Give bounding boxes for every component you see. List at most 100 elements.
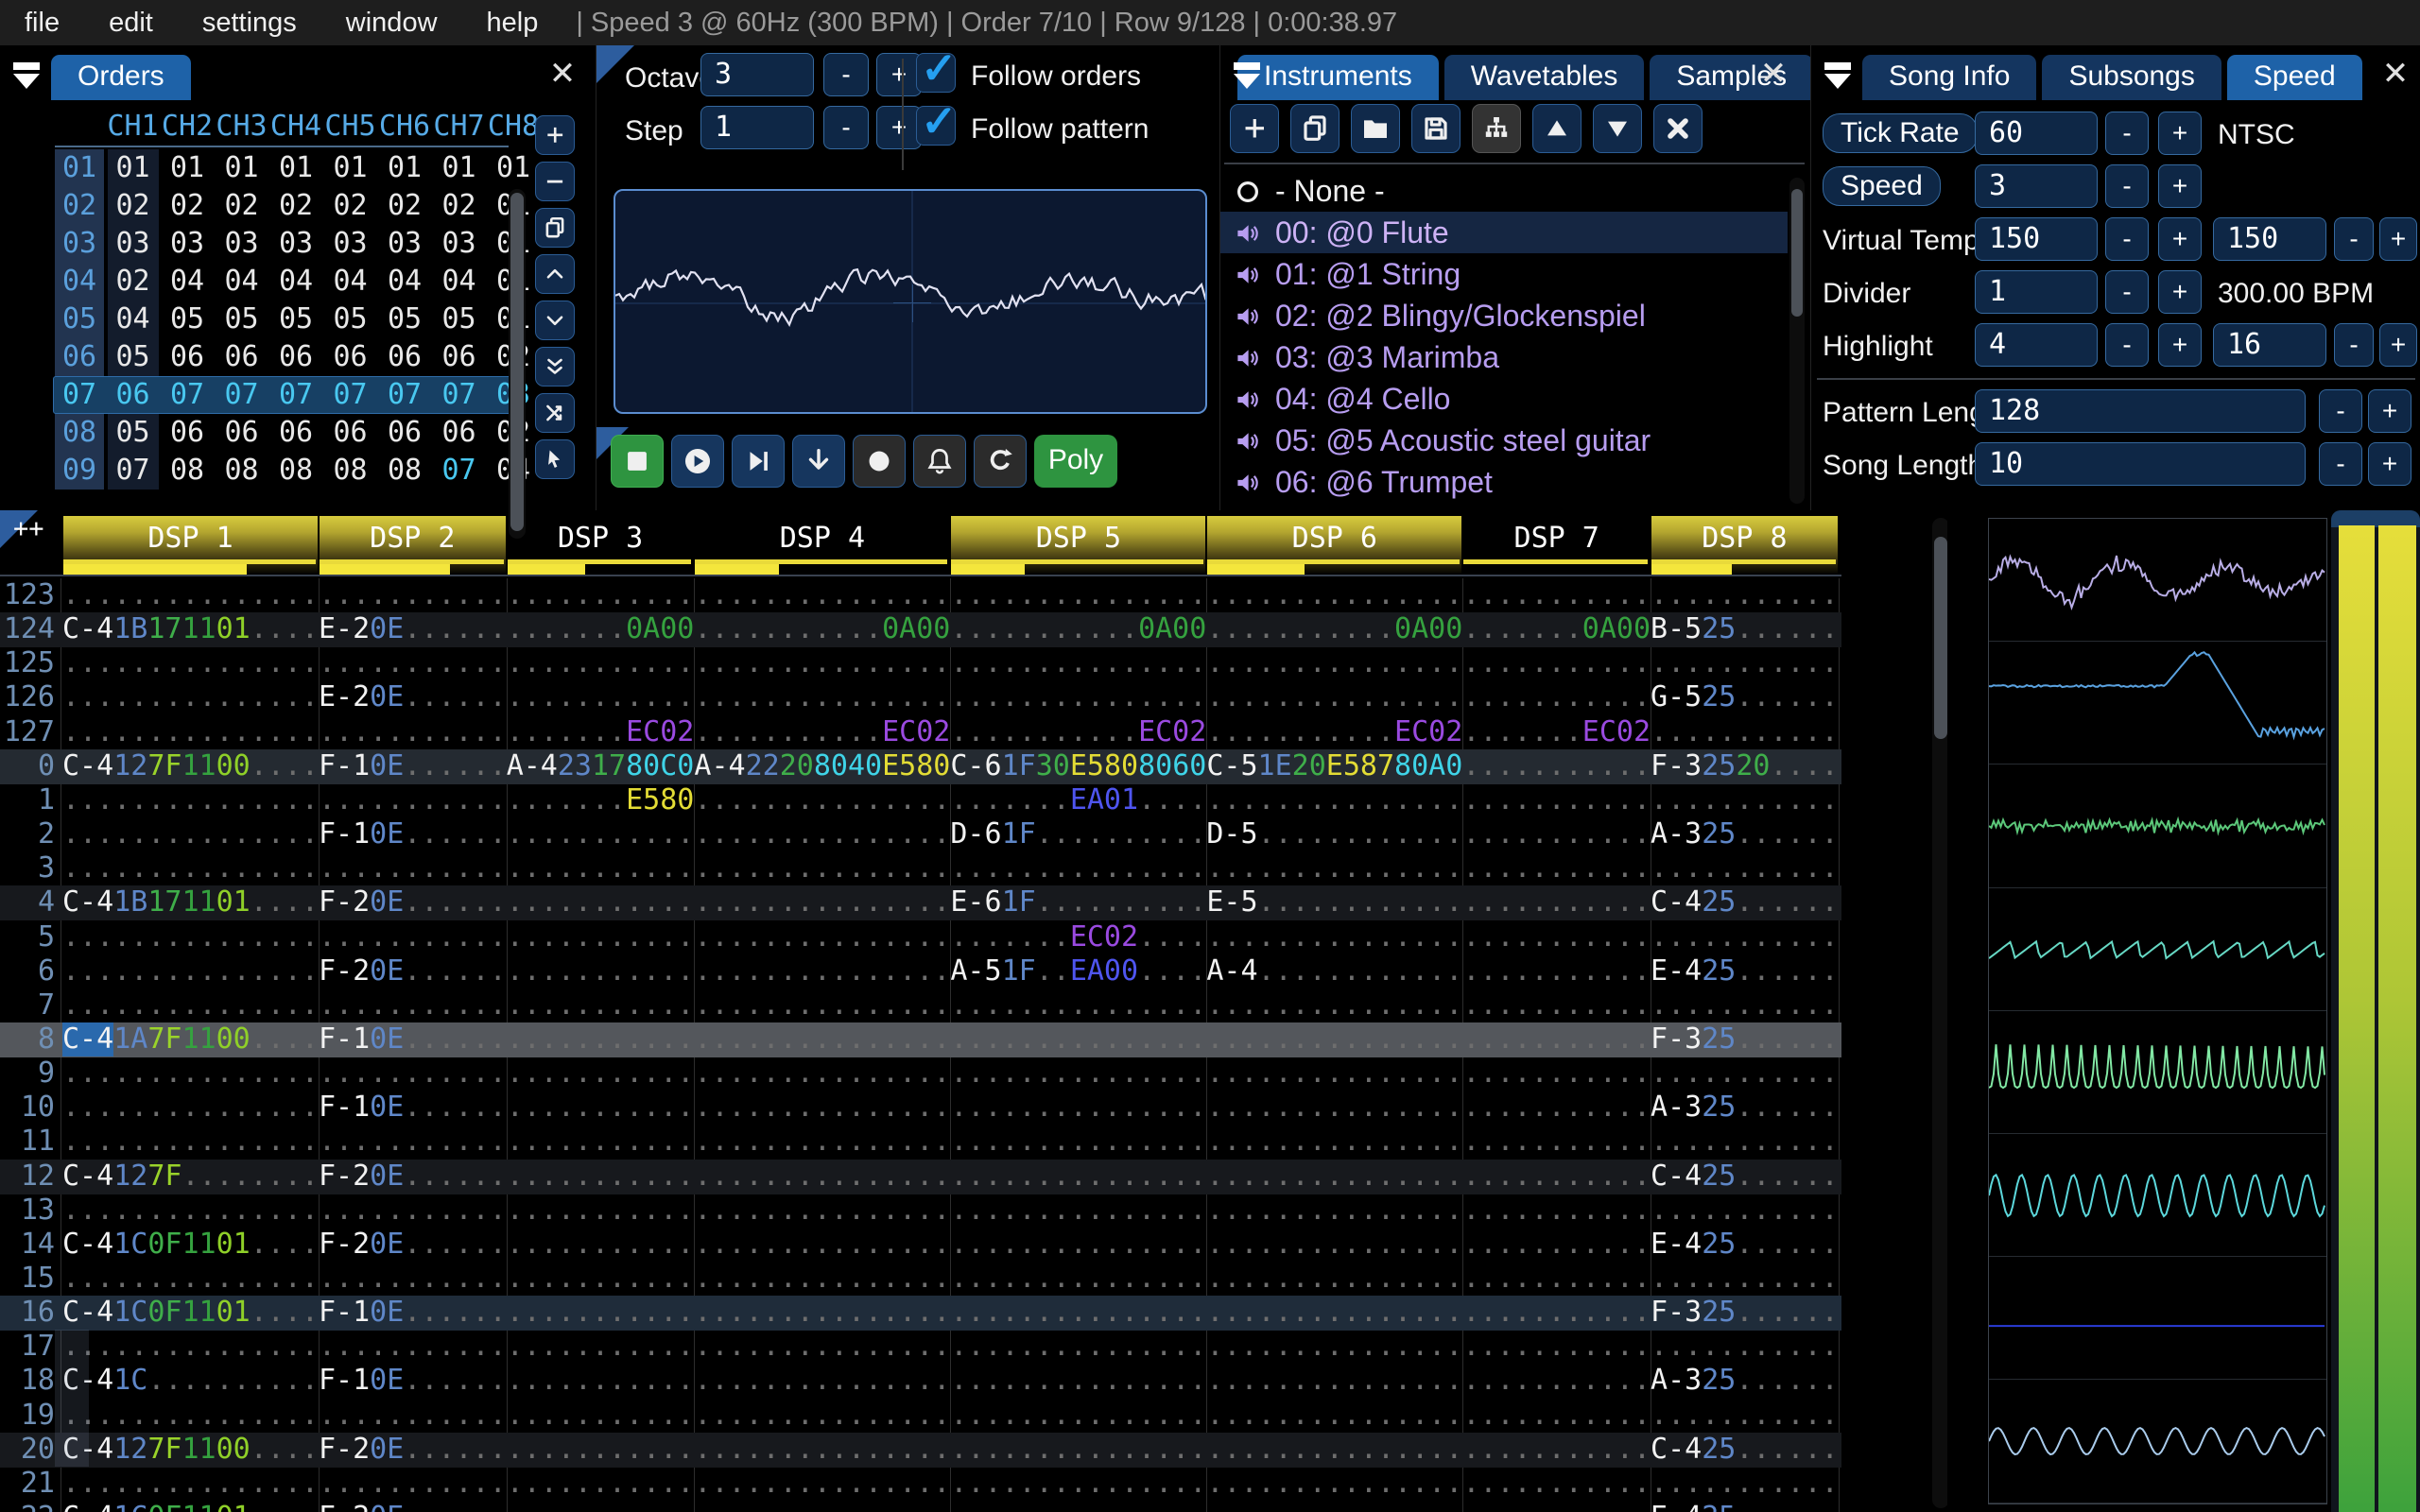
channel-header-dsp-4[interactable]: DSP 4 bbox=[695, 516, 949, 576]
pattern-cell[interactable]: ............... bbox=[694, 851, 950, 885]
virtual-tempo-input-2[interactable]: 150 bbox=[2213, 217, 2326, 261]
pattern-cell[interactable]: ............... bbox=[694, 1262, 950, 1296]
pattern-cell[interactable]: ........... bbox=[1462, 680, 1651, 714]
pattern-cell[interactable]: ........... bbox=[507, 920, 695, 954]
pattern-cell[interactable]: ........... bbox=[1462, 578, 1651, 612]
pattern-cell[interactable]: ............... bbox=[694, 885, 950, 919]
follow-orders-checkbox[interactable]: ✓ bbox=[916, 43, 958, 93]
pattern-cell[interactable]: ............... bbox=[950, 1022, 1206, 1057]
pattern-cell[interactable]: ........... bbox=[507, 1057, 695, 1091]
orders-cell[interactable]: 05 bbox=[269, 301, 323, 338]
orders-row-index[interactable]: 07 bbox=[55, 376, 104, 414]
orders-cell[interactable]: 06 bbox=[161, 338, 215, 376]
orders-cell[interactable]: 03 bbox=[269, 225, 323, 263]
orders-cell[interactable]: 06 bbox=[378, 414, 432, 452]
transport-play-button[interactable] bbox=[671, 435, 724, 488]
pattern-cell[interactable]: ........... bbox=[507, 1467, 695, 1501]
pattern-cell[interactable]: ............... bbox=[950, 1501, 1206, 1512]
pattern-cell[interactable]: ........... bbox=[1462, 1296, 1651, 1330]
pattern-cell[interactable]: ........... bbox=[1462, 988, 1651, 1022]
pattern-cell[interactable]: ............... bbox=[694, 1296, 950, 1330]
speed-input[interactable]: 3 bbox=[1975, 164, 2098, 208]
pattern-cell[interactable]: .......EC02 bbox=[507, 715, 695, 749]
orders-cell[interactable]: 07 bbox=[106, 452, 160, 490]
pattern-cell[interactable]: ........... bbox=[1462, 954, 1651, 988]
pattern-cell[interactable]: ........... bbox=[507, 851, 695, 885]
pattern-cell[interactable]: ............... bbox=[950, 1467, 1206, 1501]
orders-row-index[interactable]: 09 bbox=[55, 452, 104, 490]
pattern-cell[interactable]: E-425...... bbox=[1651, 1501, 1839, 1512]
pattern-cell[interactable]: F-10E...... bbox=[319, 1022, 507, 1057]
orders-cell[interactable]: 07 bbox=[215, 376, 268, 414]
pattern-cell[interactable]: A-4............ bbox=[1206, 954, 1462, 988]
pattern-row[interactable]: 10............... F-10E..................… bbox=[0, 1091, 1841, 1125]
pattern-cell[interactable]: ............... bbox=[62, 715, 319, 749]
pattern-cell[interactable]: C-425...... bbox=[1651, 1433, 1839, 1467]
orders-cell[interactable]: 06 bbox=[378, 338, 432, 376]
pattern-row[interactable]: 8 C-41A7F1100.... F-10E...................… bbox=[0, 1022, 1841, 1057]
pattern-row[interactable]: 17......................................… bbox=[0, 1330, 1841, 1365]
speed-label[interactable]: Speed bbox=[1823, 166, 1941, 206]
menu-settings[interactable]: settings bbox=[178, 0, 321, 45]
channel-header-dsp-7[interactable]: DSP 7 bbox=[1463, 516, 1650, 575]
orders-cell[interactable]: 01 bbox=[432, 149, 486, 187]
instruments-folder-button[interactable] bbox=[1351, 104, 1400, 153]
orders-clone-button[interactable] bbox=[535, 208, 575, 248]
song-length-plus-button[interactable]: + bbox=[2368, 442, 2411, 486]
orders-cell[interactable]: 08 bbox=[215, 452, 268, 490]
pattern-cell[interactable]: ............... bbox=[950, 1228, 1206, 1262]
pattern-cell[interactable]: ........... bbox=[1462, 1160, 1651, 1194]
pattern-cell[interactable]: ............... bbox=[1206, 1262, 1462, 1296]
orders-cell[interactable]: 06 bbox=[269, 338, 323, 376]
orders-cell[interactable]: 04 bbox=[161, 263, 215, 301]
pattern-cell[interactable]: ........... bbox=[1462, 1091, 1651, 1125]
orders-cell[interactable]: 06 bbox=[432, 338, 486, 376]
transport-stop-button[interactable] bbox=[611, 435, 664, 488]
orders-chevrons-down-button[interactable] bbox=[535, 347, 575, 387]
pattern-length-plus-button[interactable]: + bbox=[2368, 389, 2411, 433]
instrument-item[interactable]: 02: @2 Blingy/Glockenspiel bbox=[1220, 295, 1788, 336]
pattern-cell[interactable]: ........... bbox=[319, 920, 507, 954]
orders-row-index[interactable]: 01 bbox=[55, 149, 104, 187]
pattern-cell[interactable]: ........... bbox=[1462, 1330, 1651, 1364]
pattern-cell[interactable]: ............... bbox=[1206, 1433, 1462, 1467]
pattern-cell[interactable]: ............... bbox=[1206, 1330, 1462, 1364]
pattern-cell[interactable]: ........... bbox=[1462, 1057, 1651, 1091]
pattern-cell[interactable]: ............... bbox=[950, 1160, 1206, 1194]
pattern-row[interactable]: 16 C-41C0F1101.... F-10E..................… bbox=[0, 1296, 1841, 1332]
pattern-cell[interactable]: ........... bbox=[507, 1228, 695, 1262]
orders-cell[interactable]: 04 bbox=[269, 263, 323, 301]
orders-cell[interactable]: 02 bbox=[432, 187, 486, 225]
pattern-cell[interactable]: F-10E...... bbox=[319, 1296, 507, 1330]
pattern-cell[interactable]: ........... bbox=[319, 1194, 507, 1228]
tick-rate-minus-button[interactable]: - bbox=[2105, 112, 2149, 155]
pattern-cell[interactable]: ............... bbox=[1206, 1467, 1462, 1501]
pattern-cell[interactable]: ........... bbox=[507, 954, 695, 988]
highlight-minus-button[interactable]: - bbox=[2105, 323, 2149, 367]
pattern-cell[interactable]: ........... bbox=[1462, 783, 1651, 817]
orders-row-index[interactable]: 03 bbox=[55, 225, 104, 263]
pattern-scrollbar[interactable] bbox=[1932, 518, 1947, 1508]
pattern-cell[interactable]: ............... bbox=[950, 1364, 1206, 1398]
pattern-cell[interactable]: F-10E...... bbox=[319, 817, 507, 851]
orders-cell[interactable]: 01 bbox=[378, 149, 432, 187]
pattern-cell[interactable]: ............... bbox=[1206, 1022, 1462, 1057]
pattern-cell[interactable]: ........... bbox=[507, 1399, 695, 1433]
pattern-cell[interactable]: ............... bbox=[694, 1399, 950, 1433]
orders-cell[interactable]: 08 bbox=[161, 452, 215, 490]
virtual-tempo-plus-button-2[interactable]: + bbox=[2379, 217, 2417, 261]
instrument-item[interactable]: 01: @1 String bbox=[1220, 253, 1788, 295]
tick-rate-label[interactable]: Tick Rate bbox=[1823, 113, 1978, 153]
orders-pointer-button[interactable] bbox=[535, 439, 575, 479]
tab-instruments[interactable]: Instruments bbox=[1237, 55, 1439, 100]
step-plus-button[interactable]: + bbox=[876, 106, 922, 149]
highlight-input[interactable]: 4 bbox=[1975, 323, 2098, 367]
orders-cell[interactable]: 06 bbox=[215, 338, 268, 376]
pattern-cell[interactable]: ............... bbox=[694, 988, 950, 1022]
pattern-cell[interactable]: ........... bbox=[1651, 646, 1839, 680]
pattern-cell[interactable]: C-4127F1100.... bbox=[62, 1433, 319, 1467]
pattern-cell[interactable]: ........... bbox=[507, 1091, 695, 1125]
pattern-cell[interactable]: ........... bbox=[1462, 920, 1651, 954]
pattern-cell[interactable]: ........... bbox=[507, 578, 695, 612]
pattern-cell[interactable]: ............... bbox=[1206, 1364, 1462, 1398]
